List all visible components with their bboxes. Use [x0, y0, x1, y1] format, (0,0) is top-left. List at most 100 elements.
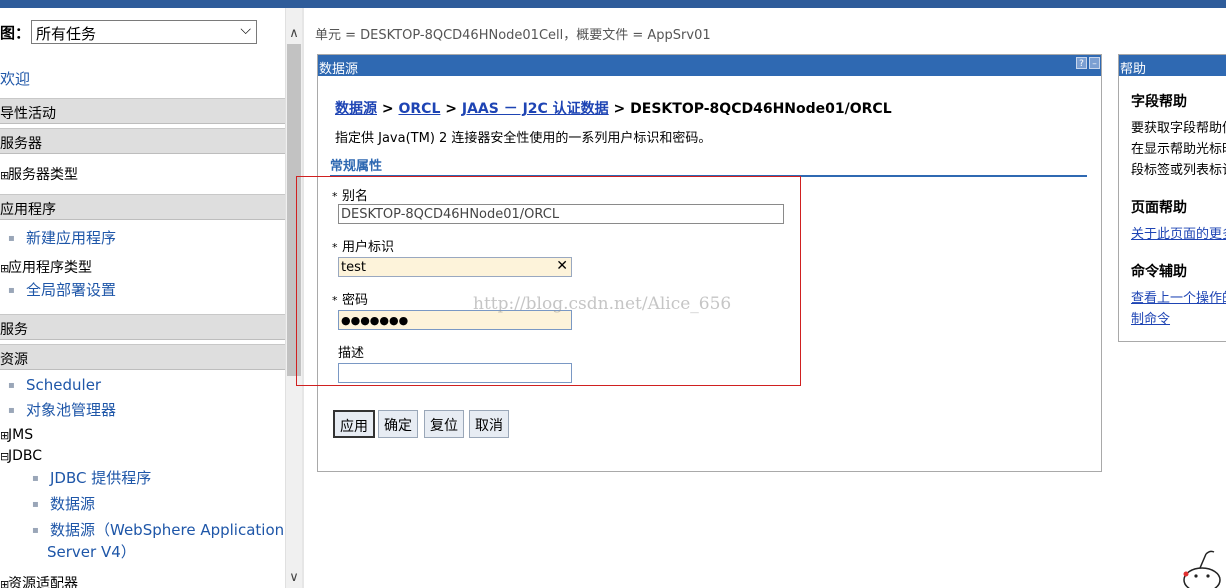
scroll-down-icon[interactable]: ∨ [286, 570, 302, 588]
view-label: 图： [0, 24, 31, 42]
page-help-heading: 页面帮助 [1131, 200, 1187, 216]
nav-welcome-link[interactable]: 欢迎 [0, 68, 30, 89]
expand-icon: ⊞ [0, 578, 10, 588]
page-help-link[interactable]: 关于此页面的更多 [1131, 223, 1226, 242]
nav-link-new-application[interactable]: ▪ 新建应用程序 [8, 227, 116, 248]
nav-link-data-sources-v4[interactable]: ▪ 数据源（WebSphere Application [32, 519, 284, 540]
expand-icon: ⊞ [0, 429, 10, 442]
apply-button[interactable]: 应用 [333, 410, 375, 438]
nav-item-label: 资源适配器 [8, 576, 78, 588]
nav-category-applications[interactable]: 应用程序 [0, 194, 285, 220]
nav-link-object-pool[interactable]: ▪ 对象池管理器 [8, 399, 116, 420]
breadcrumb-link-datasources[interactable]: 数据源 [335, 101, 377, 117]
portlet-title: 数据源 [319, 62, 359, 77]
field-help-line: 要获取字段帮助信 [1131, 121, 1226, 136]
userid-label: * 用户标识 [332, 236, 394, 255]
userid-field[interactable]: test ✕ [338, 257, 572, 277]
breadcrumb-link-orcl[interactable]: ORCL [398, 101, 440, 117]
description-label: 描述 [338, 346, 365, 361]
nav-link-label: JDBC 提供程序 [50, 469, 152, 487]
required-marker: * [332, 294, 338, 307]
mascot-icon [1183, 550, 1221, 588]
password-label-text: 密码 [342, 293, 369, 308]
nav-item-jms[interactable]: ⊞JMS [0, 427, 33, 443]
breadcrumb-link-jaas[interactable]: JAAS － J2C 认证数据 [462, 101, 609, 117]
nav-item-label: 应用程序类型 [8, 260, 92, 276]
bullet-icon: ▪ [32, 498, 39, 510]
nav-category-services[interactable]: 服务 [0, 314, 285, 340]
command-assist-heading: 命令辅助 [1131, 264, 1187, 280]
clear-icon[interactable]: ✕ [556, 258, 568, 274]
bullet-icon: ▪ [8, 284, 15, 296]
bullet-icon: ▪ [8, 232, 15, 244]
field-help-line: 在显示帮助光标时 [1131, 142, 1226, 157]
portlet-help-button[interactable]: ? [1076, 57, 1087, 69]
nav-link-scheduler[interactable]: ▪ Scheduler [8, 376, 101, 394]
alias-label: * 别名 [332, 185, 368, 204]
nav-item-jdbc[interactable]: ⊟JDBC [0, 448, 42, 464]
nav-link-label: 数据源（WebSphere Application [50, 521, 285, 539]
nav-link-jdbc-providers[interactable]: ▪ JDBC 提供程序 [32, 467, 151, 488]
scope-text: 单元 = DESKTOP-8QCD46HNode01Cell，概要文件 = Ap… [315, 28, 711, 43]
breadcrumb-separator: > [445, 101, 457, 117]
description-field[interactable] [338, 363, 572, 383]
data-source-portlet: 数据源 ? – 数据源 > ORCL > JAAS － J2C 认证数据 > D… [296, 54, 1102, 472]
portlet-title-bar: 数据源 ? – [318, 55, 1101, 77]
nav-link-label: 全局部署设置 [26, 281, 117, 299]
collapse-icon: ⊟ [0, 450, 10, 463]
nav-item-server-types[interactable]: ⊞服务器类型 [0, 164, 78, 184]
nav-category-resources[interactable]: 资源 [0, 344, 285, 370]
help-portlet: 帮助 字段帮助 要获取字段帮助信 在显示帮助光标时 段标签或列表标记 页面帮助 … [1118, 54, 1226, 342]
cancel-button[interactable]: 取消 [469, 410, 509, 438]
top-banner-strip [0, 0, 1226, 8]
nav-link-global-deploy[interactable]: ▪ 全局部署设置 [8, 279, 116, 300]
nav-item-label: JMS [8, 427, 34, 443]
nav-item-label: JDBC [8, 448, 43, 464]
nav-link-label: Scheduler [26, 376, 102, 394]
nav-item-application-types[interactable]: ⊞应用程序类型 [0, 257, 92, 277]
portlet-minimize-button[interactable]: – [1089, 57, 1100, 69]
view-dropdown-value: 所有任务 [36, 25, 97, 43]
nav-link-data-sources[interactable]: ▪ 数据源 [32, 493, 95, 514]
ok-button[interactable]: 确定 [378, 410, 418, 438]
nav-category-servers[interactable]: 服务器 [0, 128, 285, 154]
watermark-text: http://blog.csdn.net/Alice_656 [473, 294, 732, 314]
nav-link-label: 对象池管理器 [26, 401, 117, 419]
userid-label-text: 用户标识 [342, 240, 395, 255]
chevron-down-icon: ⌵ [240, 22, 251, 38]
breadcrumb: 数据源 > ORCL > JAAS － J2C 认证数据 > DESKTOP-8… [335, 98, 892, 118]
required-marker: * [332, 241, 338, 254]
field-help-line: 段标签或列表标记 [1131, 163, 1226, 178]
password-label: * 密码 [332, 289, 368, 308]
alias-field[interactable]: DESKTOP-8QCD46HNode01/ORCL [338, 204, 784, 224]
expand-icon: ⊞ [0, 262, 10, 275]
required-marker: * [332, 190, 338, 203]
view-selector: 图： 所有任务 ⌵ [0, 20, 285, 46]
userid-value: test [341, 260, 366, 275]
bullet-icon: ▪ [8, 379, 15, 391]
help-title: 帮助 [1119, 55, 1226, 77]
nav-item-resource-adapters[interactable]: ⊞资源适配器 [0, 573, 78, 588]
view-dropdown[interactable]: 所有任务 ⌵ [31, 20, 257, 44]
bullet-icon: ▪ [32, 524, 39, 536]
breadcrumb-separator: > [613, 101, 626, 117]
expand-icon: ⊞ [0, 169, 10, 182]
nav-link-data-sources-v4-cont[interactable]: Server V4） [47, 541, 136, 562]
scroll-up-icon[interactable]: ∧ [286, 26, 302, 44]
nav-link-label: 数据源 [50, 495, 96, 513]
command-assist-link-cont[interactable]: 制命令 [1131, 308, 1170, 327]
page-description: 指定供 Java(TM) 2 连接器安全性使用的一系列用户标识和密码。 [335, 131, 712, 146]
command-assist-link[interactable]: 查看上一个操作的 [1131, 287, 1226, 306]
reset-button[interactable]: 复位 [424, 410, 464, 438]
breadcrumb-current: DESKTOP-8QCD46HNode01/ORCL [630, 101, 892, 117]
breadcrumb-separator: > [381, 101, 394, 117]
bullet-icon: ▪ [32, 472, 39, 484]
alias-label-text: 别名 [342, 189, 369, 204]
nav-link-label: 新建应用程序 [26, 229, 117, 247]
navigation-tree: 图： 所有任务 ⌵ 欢迎 导性活动 服务器 ⊞服务器类型 应用程序 ▪ 新建应用程… [0, 8, 285, 588]
section-general-properties: 常规属性 [330, 155, 1087, 177]
nav-item-label: 服务器类型 [8, 167, 78, 183]
bullet-icon: ▪ [8, 404, 15, 416]
nav-category-guided[interactable]: 导性活动 [0, 98, 285, 124]
field-help-heading: 字段帮助 [1131, 94, 1187, 110]
